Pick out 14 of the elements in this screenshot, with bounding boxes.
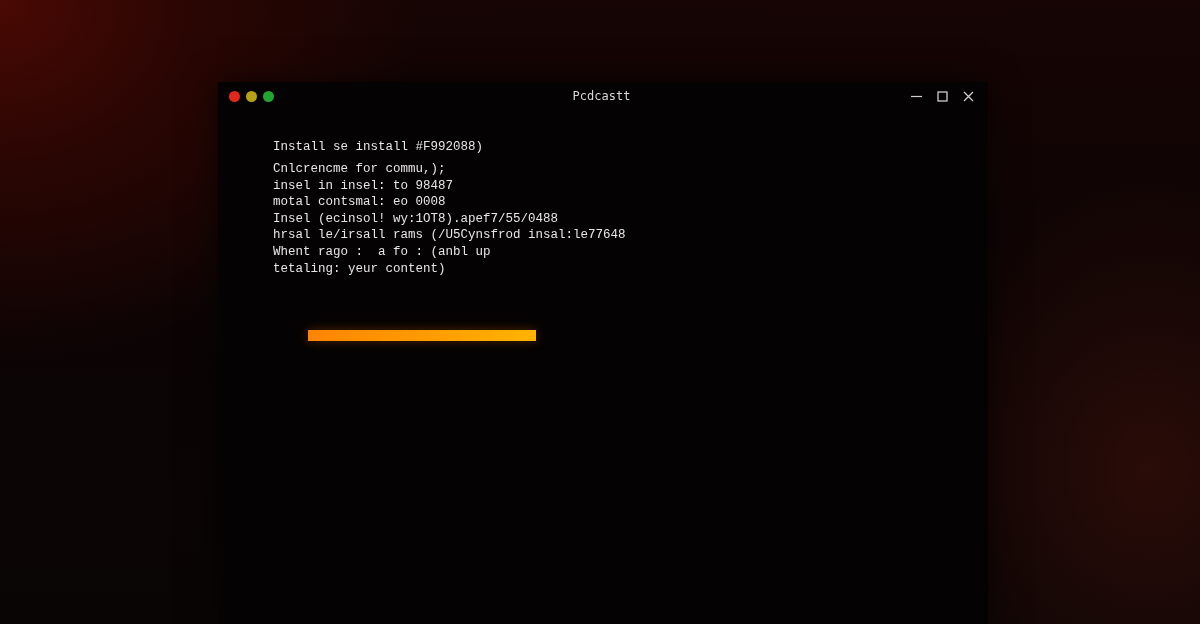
terminal-line: Cnlcrencme for commu,); bbox=[273, 161, 446, 178]
window-title: Pcdcastt bbox=[572, 89, 631, 103]
close-dot-icon[interactable] bbox=[229, 90, 240, 102]
maximize-dot-icon[interactable] bbox=[263, 90, 274, 102]
terminal-line: Install se install #F992088) bbox=[273, 139, 484, 156]
terminal-line: Insel (ecinsol! wy:1OT8).apef7/55/0488 bbox=[273, 210, 559, 228]
terminal-line: tetaling: yeur content) bbox=[273, 260, 446, 278]
terminal-line: hrsal le/irsall rams (/U5Cynsfrod insal:le77648 bbox=[273, 227, 626, 245]
terminal-line: insel in insel: to 98487 bbox=[273, 177, 454, 195]
close-icon[interactable] bbox=[963, 90, 974, 102]
terminal-line: motal contsmal: eo 0008 bbox=[273, 194, 446, 211]
terminal-line: Whent rago : a fo : (anbl up bbox=[273, 244, 491, 261]
minimize-dot-icon[interactable] bbox=[246, 90, 257, 102]
maximize-icon[interactable] bbox=[937, 90, 948, 102]
